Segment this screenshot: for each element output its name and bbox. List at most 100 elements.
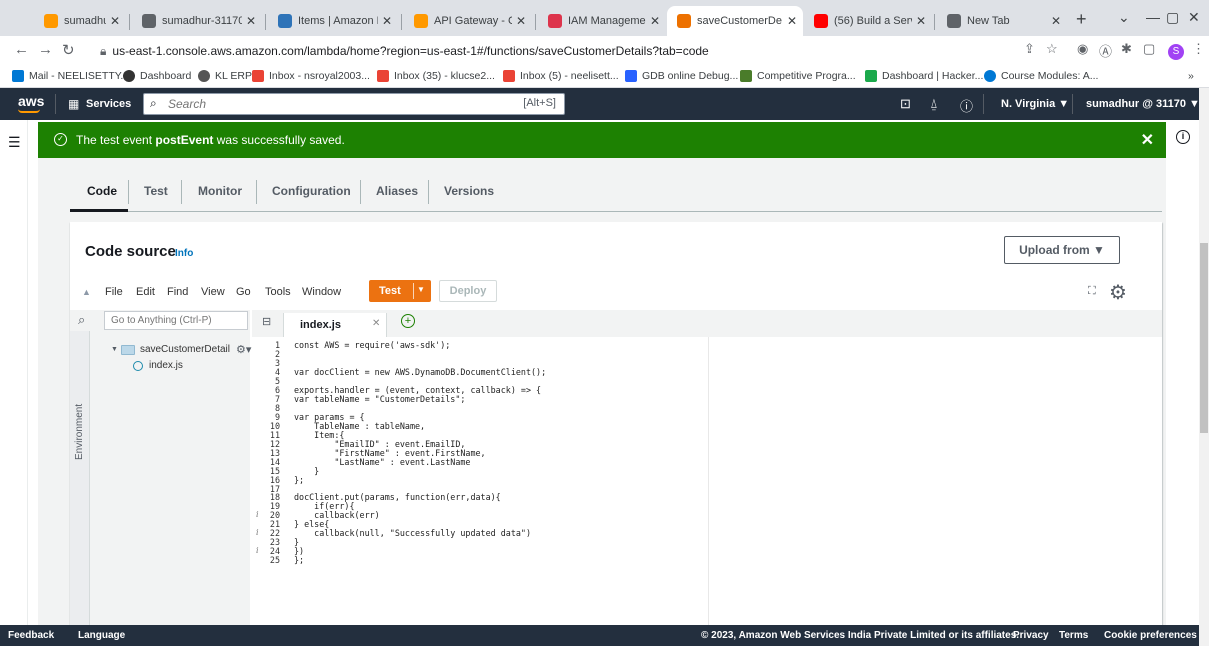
gear-icon[interactable]: ⚙▾ xyxy=(236,343,251,356)
close-tab-icon[interactable]: ✕ xyxy=(650,14,660,28)
bookmark-item[interactable]: Dashboard | Hacker... xyxy=(865,68,983,84)
share-icon[interactable]: ⇪ xyxy=(1024,41,1035,57)
browser-tab[interactable]: New Tab ✕ xyxy=(937,6,1067,36)
editor-tab[interactable]: index.js ✕ xyxy=(283,313,387,337)
browser-tab[interactable]: sumadhur-31170 ✕ xyxy=(34,6,126,36)
help-icon[interactable]: ⓘ xyxy=(960,96,973,115)
close-icon[interactable]: ✕ xyxy=(1141,130,1154,150)
page-scrollbar[interactable] xyxy=(1199,88,1209,646)
bookmark-item[interactable]: GDB online Debug... xyxy=(625,68,738,84)
close-tab-icon[interactable]: ✕ xyxy=(110,14,120,28)
sidepanel-icon[interactable]: ▢ xyxy=(1143,41,1155,57)
bookmark-star-icon[interactable]: ☆ xyxy=(1046,41,1058,57)
code-editor[interactable] xyxy=(252,337,1162,625)
aws-logo[interactable]: aws xyxy=(18,93,44,113)
menu-window[interactable]: Window xyxy=(302,286,341,298)
notifications-bell-icon[interactable]: ⍙ xyxy=(930,96,938,112)
reload-icon[interactable]: ↻ xyxy=(62,41,75,59)
close-window-icon[interactable]: ✕ xyxy=(1188,9,1200,26)
menu-tools[interactable]: Tools xyxy=(265,286,291,298)
forward-arrow-icon[interactable]: → xyxy=(38,41,53,58)
environment-tab[interactable]: Environment xyxy=(74,404,85,460)
close-tab-icon[interactable]: ✕ xyxy=(246,14,256,28)
tree-file[interactable]: index.js xyxy=(133,360,183,371)
bookmark-item[interactable]: Inbox (5) - neelisett... xyxy=(503,68,619,84)
minimize-icon[interactable]: — xyxy=(1146,9,1160,25)
menu-edit[interactable]: Edit xyxy=(136,286,155,298)
tab-search-chevron-icon[interactable]: ⌄ xyxy=(1118,9,1130,26)
browser-tab[interactable]: IAM Managemen ✕ xyxy=(538,6,666,36)
url-field[interactable]: 🔒︎ us-east-1.console.aws.amazon.com/lambd… xyxy=(100,40,1005,62)
menu-go[interactable]: Go xyxy=(236,286,251,298)
search-icon[interactable]: ⌕ xyxy=(78,312,85,328)
bookmark-item[interactable]: Dashboard xyxy=(123,68,191,84)
fullscreen-icon[interactable]: ⛶ xyxy=(1088,285,1096,298)
info-panel-icon[interactable]: i xyxy=(1176,130,1190,144)
close-tab-icon[interactable]: ✕ xyxy=(787,14,797,28)
info-annotation-icon[interactable]: i xyxy=(256,510,259,519)
close-tab-icon[interactable]: ✕ xyxy=(382,14,392,28)
services-grid-icon[interactable]: ▦ xyxy=(68,97,79,111)
search-input[interactable] xyxy=(168,96,508,112)
more-bookmarks-button[interactable]: » xyxy=(1188,68,1194,84)
reader-icon[interactable]: Ⓐ xyxy=(1099,41,1112,60)
tree-folder[interactable]: ▼ saveCustomerDetail ⚙▾ xyxy=(111,343,251,356)
maximize-icon[interactable]: ▢ xyxy=(1166,9,1179,26)
new-tab-plus-icon[interactable]: + xyxy=(1076,9,1087,30)
bookmark-item[interactable]: KL ERP xyxy=(198,68,252,84)
goto-input[interactable] xyxy=(111,315,241,326)
puzzle-icon[interactable]: ✱ xyxy=(1121,41,1132,57)
services-menu[interactable]: Services xyxy=(86,98,131,110)
aws-search[interactable]: ⌕ [Alt+S] xyxy=(143,93,565,115)
browser-tab-active[interactable]: saveCustomerDe ✕ xyxy=(667,6,803,36)
chevron-down-icon[interactable]: ▼ xyxy=(417,285,425,294)
feedback-link[interactable]: Feedback xyxy=(8,630,54,641)
kebab-menu-icon[interactable]: ⋮ xyxy=(1192,41,1205,57)
deploy-button[interactable]: Deploy xyxy=(439,280,497,302)
browser-tab[interactable]: sumadhur-31170 ✕ xyxy=(132,6,262,36)
tab-monitor[interactable]: Monitor xyxy=(198,184,242,198)
account-menu[interactable]: sumadhur @ 31170 ▼ xyxy=(1086,98,1200,110)
privacy-link[interactable]: Privacy xyxy=(1013,630,1049,641)
hamburger-menu-icon[interactable]: ☰ xyxy=(8,134,21,151)
tab-code[interactable]: Code xyxy=(87,184,117,198)
tabs-list-icon[interactable]: ⊟ xyxy=(262,315,271,328)
tab-configuration[interactable]: Configuration xyxy=(272,184,351,198)
test-button[interactable]: Test ▼ xyxy=(369,280,431,302)
extension-icon[interactable]: ◉ xyxy=(1077,41,1088,57)
info-link[interactable]: Info xyxy=(175,248,193,259)
menu-find[interactable]: Find xyxy=(167,286,188,298)
close-tab-icon[interactable]: ✕ xyxy=(372,318,380,329)
back-arrow-icon[interactable]: ← xyxy=(14,41,29,58)
info-annotation-icon[interactable]: i xyxy=(256,528,259,537)
browser-tab[interactable]: (56) Build a Serve ✕ xyxy=(804,6,932,36)
terms-link[interactable]: Terms xyxy=(1059,630,1088,641)
tab-aliases[interactable]: Aliases xyxy=(376,184,418,198)
scrollbar-thumb[interactable] xyxy=(1200,243,1208,433)
bookmark-item[interactable]: Competitive Progra... xyxy=(740,68,856,84)
cloudshell-icon[interactable]: ⊡ xyxy=(900,96,911,112)
tab-test[interactable]: Test xyxy=(144,184,168,198)
close-tab-icon[interactable]: ✕ xyxy=(516,14,526,28)
bookmark-item[interactable]: Mail - NEELISETTY... xyxy=(12,68,129,84)
close-tab-icon[interactable]: ✕ xyxy=(1051,14,1061,28)
collapse-triangle-icon[interactable]: ▲ xyxy=(82,287,91,297)
goto-anything[interactable] xyxy=(104,311,248,330)
add-tab-icon[interactable]: + xyxy=(401,314,415,328)
menu-file[interactable]: File xyxy=(105,286,123,298)
language-link[interactable]: Language xyxy=(78,630,125,641)
bookmark-item[interactable]: Inbox - nsroyal2003... xyxy=(252,68,370,84)
environment-tab-strip[interactable] xyxy=(70,331,90,625)
menu-view[interactable]: View xyxy=(201,286,225,298)
close-tab-icon[interactable]: ✕ xyxy=(916,14,926,28)
tab-versions[interactable]: Versions xyxy=(444,184,494,198)
upload-from-button[interactable]: Upload from ▼ xyxy=(1004,236,1120,264)
browser-tab[interactable]: API Gateway - Cr ✕ xyxy=(404,6,532,36)
bookmark-item[interactable]: Inbox (35) - klucse2... xyxy=(377,68,495,84)
cookie-preferences-link[interactable]: Cookie preferences xyxy=(1104,630,1197,641)
browser-tab[interactable]: Items | Amazon D ✕ xyxy=(268,6,398,36)
gear-icon[interactable]: ⚙ xyxy=(1109,280,1127,305)
expand-triangle-icon[interactable]: ▼ xyxy=(111,346,118,353)
info-annotation-icon[interactable]: i xyxy=(256,546,259,555)
profile-avatar[interactable]: S xyxy=(1168,44,1184,60)
